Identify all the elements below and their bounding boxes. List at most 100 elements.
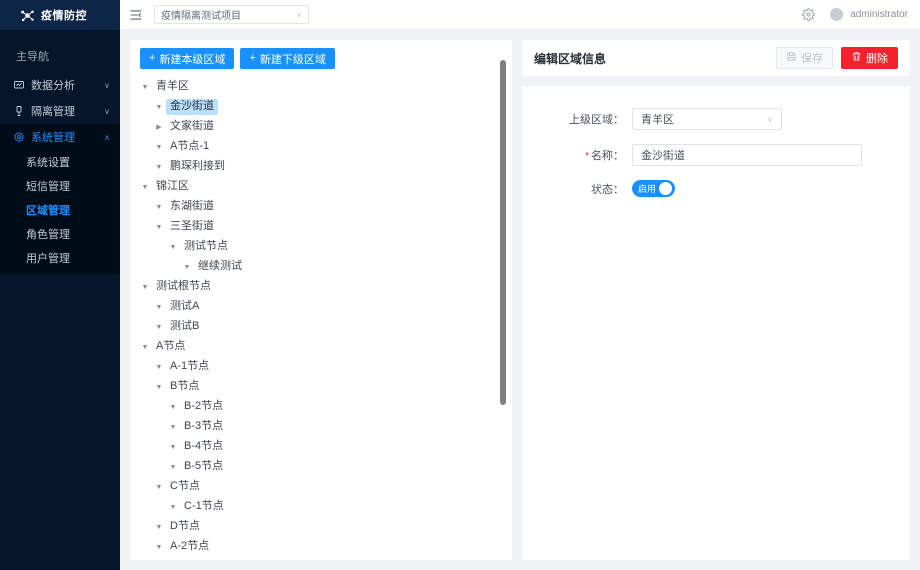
delete-button[interactable]: 删除 bbox=[841, 47, 898, 69]
area-tree[interactable]: ▼ 青羊区 ▼ 金沙街道 ▶ 文家街道 ▼ A节点-1 ▼ 鹏琛利接到 ▼ 锦江区 ▼ 东湖街道 ▼ 三圣街道… bbox=[130, 75, 512, 560]
chevron-down-icon: ∨ bbox=[104, 106, 110, 116]
tree-node[interactable]: ▼ 锦江区 bbox=[130, 177, 512, 197]
sidebar-item-role-management[interactable]: 角色管理 bbox=[0, 222, 120, 246]
tree-scrollbar[interactable] bbox=[500, 60, 506, 480]
tree-node[interactable]: ▼ 三圣街道 bbox=[130, 217, 512, 237]
chart-icon bbox=[12, 79, 25, 92]
sidebar-item-label: 隔离管理 bbox=[31, 106, 75, 118]
caret-down-icon[interactable]: ▼ bbox=[152, 524, 166, 531]
gear-outline-icon bbox=[12, 131, 25, 144]
tree-node[interactable]: ▼ B-5节点 bbox=[130, 457, 512, 477]
caret-right-icon[interactable]: ▶ bbox=[152, 123, 166, 131]
tree-node[interactable]: ▼ B-4节点 bbox=[130, 437, 512, 457]
caret-down-icon[interactable]: ▼ bbox=[152, 304, 166, 311]
sidebar-item-data-analysis[interactable]: 数据分析 ∨ bbox=[0, 72, 120, 98]
caret-down-icon[interactable]: ▼ bbox=[152, 364, 166, 371]
delete-button-label: 删除 bbox=[866, 53, 888, 65]
sidebar-item-system-management[interactable]: 系统管理 ∧ bbox=[0, 124, 120, 150]
tree-scrollbar-thumb[interactable] bbox=[500, 60, 506, 405]
tree-node[interactable]: ▼ A-2节点 bbox=[130, 537, 512, 557]
caret-down-icon[interactable]: ▼ bbox=[152, 384, 166, 391]
sidebar-item-user-management[interactable]: 用户管理 bbox=[0, 246, 120, 270]
tree-node[interactable]: ▼ 测试B bbox=[130, 317, 512, 337]
tree-node[interactable]: ▼ C节点 bbox=[130, 477, 512, 497]
user-name: administrator bbox=[850, 9, 908, 20]
sub-item-label: 用户管理 bbox=[26, 253, 70, 265]
tree-node[interactable]: ▼ A-1节点 bbox=[130, 357, 512, 377]
tree-node[interactable]: ▼ 继续测试 bbox=[130, 257, 512, 277]
tree-node[interactable]: ▼ B-3节点 bbox=[130, 417, 512, 437]
caret-down-icon[interactable]: ▼ bbox=[138, 344, 152, 351]
caret-down-icon[interactable]: ▼ bbox=[138, 84, 152, 91]
caret-down-icon[interactable]: ▼ bbox=[166, 444, 180, 451]
project-select-value: 疫情隔离测试项目 bbox=[161, 11, 241, 22]
caret-down-icon[interactable]: ▼ bbox=[166, 504, 180, 511]
caret-down-icon[interactable]: ▼ bbox=[152, 484, 166, 491]
sidebar-item-area-management[interactable]: 区域管理 bbox=[0, 198, 120, 222]
menu-collapse-icon[interactable] bbox=[128, 7, 144, 23]
required-mark: * bbox=[585, 151, 589, 162]
tree-node[interactable]: ▼ A节点-1 bbox=[130, 137, 512, 157]
sidebar-item-label: 数据分析 bbox=[31, 80, 75, 92]
caret-down-icon[interactable]: ▼ bbox=[166, 404, 180, 411]
tree-node-label: A-1节点 bbox=[170, 360, 210, 373]
caret-down-icon[interactable]: ▼ bbox=[152, 544, 166, 551]
caret-down-icon[interactable]: ▼ bbox=[152, 224, 166, 231]
caret-down-icon[interactable]: ▼ bbox=[138, 184, 152, 191]
tree-node-label: 锦江区 bbox=[156, 180, 189, 193]
sub-item-label: 区域管理 bbox=[26, 205, 70, 217]
name-input[interactable] bbox=[632, 144, 862, 166]
tree-node[interactable]: ▼ 东湖街道 bbox=[130, 197, 512, 217]
caret-down-icon[interactable]: ▼ bbox=[152, 164, 166, 171]
sub-item-label: 系统设置 bbox=[26, 157, 70, 169]
tree-node-label: 继续测试 bbox=[198, 260, 242, 273]
tree-node[interactable]: ▼ B节点 bbox=[130, 377, 512, 397]
new-sibling-area-label: 新建本级区域 bbox=[159, 53, 226, 66]
parent-area-select[interactable]: 青羊区 ∨ bbox=[632, 108, 782, 130]
status-toggle-label: 启用 bbox=[638, 184, 657, 194]
caret-down-icon[interactable]: ▼ bbox=[152, 144, 166, 151]
caret-down-icon[interactable]: ▼ bbox=[166, 464, 180, 471]
page-title: 编辑区域信息 bbox=[534, 51, 607, 66]
tree-node[interactable]: ▼ B-2节点 bbox=[130, 397, 512, 417]
sidebar-item-sms-management[interactable]: 短信管理 bbox=[0, 174, 120, 198]
caret-down-icon[interactable]: ▼ bbox=[166, 244, 180, 251]
caret-down-icon[interactable]: ▼ bbox=[166, 424, 180, 431]
caret-down-icon[interactable]: ▼ bbox=[152, 204, 166, 211]
tree-node-label: 三圣街道 bbox=[170, 220, 214, 233]
sidebar-item-quarantine[interactable]: 隔离管理 ∨ bbox=[0, 98, 120, 124]
plus-icon: + bbox=[149, 52, 156, 64]
status-toggle[interactable]: 启用 bbox=[632, 180, 676, 197]
tree-node-label: B-5节点 bbox=[184, 460, 224, 473]
gear-icon[interactable] bbox=[800, 7, 816, 23]
plus-icon: + bbox=[249, 52, 256, 64]
new-sibling-area-button[interactable]: + 新建本级区域 bbox=[140, 48, 235, 69]
tree-node[interactable]: ▼ 鹏琛利接到 bbox=[130, 157, 512, 177]
sidebar-item-label: 系统管理 bbox=[31, 132, 75, 144]
tree-node[interactable]: ▼ A节点 bbox=[130, 337, 512, 357]
new-child-area-button[interactable]: + 新建下级区域 bbox=[240, 48, 335, 69]
tree-node[interactable]: ▼ 测试节点 bbox=[130, 237, 512, 257]
edit-area-panel: 编辑区域信息 保存 删除 上级区域： 青羊区 ∨ * 名称： 金沙街道 状态： … bbox=[522, 40, 910, 560]
tree-node-label: A-2节点 bbox=[170, 540, 210, 553]
project-select[interactable]: 疫情隔离测试项目 ∨ bbox=[154, 5, 309, 24]
caret-down-icon[interactable]: ▼ bbox=[180, 264, 194, 271]
tree-toolbar: + 新建本级区域 + 新建下级区域 bbox=[130, 40, 512, 75]
tree-node[interactable]: ▼ C-1节点 bbox=[130, 497, 512, 517]
chevron-down-icon: ∨ bbox=[767, 114, 773, 124]
brand-logo[interactable]: 疫情防控 bbox=[0, 0, 120, 30]
caret-down-icon[interactable]: ▼ bbox=[152, 324, 166, 331]
tree-node[interactable]: ▼ 青羊区 bbox=[130, 77, 512, 97]
sidebar-item-system-settings[interactable]: 系统设置 bbox=[0, 150, 120, 174]
user-menu[interactable]: administrator bbox=[830, 8, 908, 21]
brand-name: 疫情防控 bbox=[41, 10, 87, 22]
tree-node[interactable]: ▼ D节点 bbox=[130, 517, 512, 537]
edit-panel-header: 编辑区域信息 保存 删除 bbox=[522, 40, 910, 76]
tree-node[interactable]: ▼ 金沙街道 bbox=[130, 97, 512, 117]
caret-down-icon[interactable]: ▼ bbox=[138, 284, 152, 291]
caret-down-icon[interactable]: ▼ bbox=[152, 104, 166, 111]
tree-node[interactable]: ▶ 文家街道 bbox=[130, 117, 512, 137]
tree-node[interactable]: ▼ 测试根节点 bbox=[130, 277, 512, 297]
tree-node[interactable]: ▼ 测试A bbox=[130, 297, 512, 317]
save-button[interactable]: 保存 bbox=[776, 47, 833, 69]
